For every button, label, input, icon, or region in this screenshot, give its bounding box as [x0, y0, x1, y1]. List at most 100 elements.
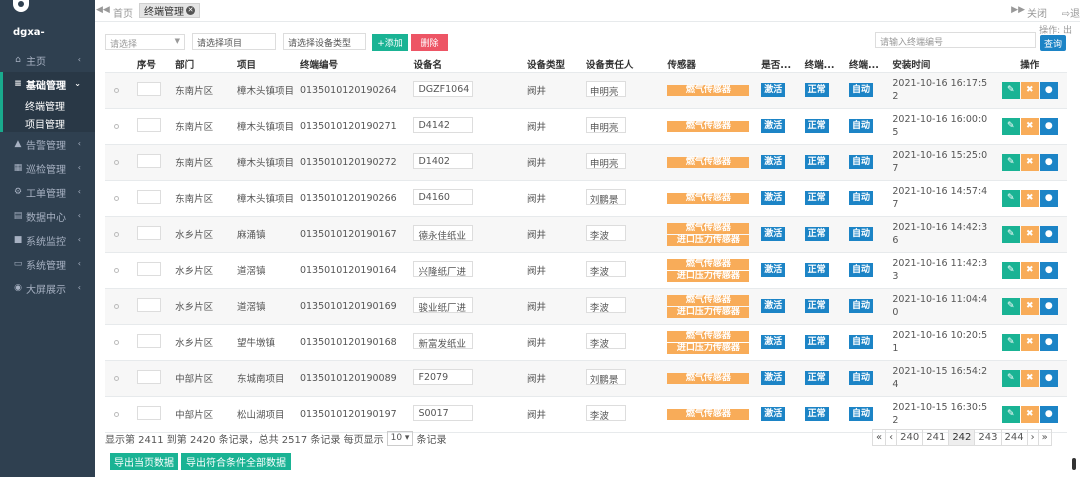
- column-header[interactable]: 终端...: [801, 57, 847, 73]
- select-all-column[interactable]: [105, 57, 134, 73]
- delete-button[interactable]: 删除: [411, 34, 448, 51]
- mode-badge[interactable]: 自动: [849, 263, 874, 277]
- mode-badge[interactable]: 自动: [849, 119, 874, 133]
- table-row[interactable]: 水乡片区 麻涌镇 0135010120190167 德永佳纸业 阀井 李波 燃气传感器 进口压…: [105, 216, 1067, 253]
- responsible-person-input[interactable]: 刘鹏景: [585, 368, 626, 385]
- mode-badge[interactable]: 自动: [849, 335, 874, 349]
- department-select[interactable]: 请选择 ▼: [105, 34, 185, 50]
- sequence-input[interactable]: [136, 153, 161, 168]
- sidebar-item[interactable]: ▤ 数据中心 ‹: [0, 204, 95, 228]
- table-row[interactable]: 水乡片区 望牛墩镇 0135010120190168 新富发纸业 阀井 李波 燃气传感器 进口…: [105, 324, 1067, 361]
- status-badge[interactable]: 正常: [804, 335, 829, 349]
- terminal-search-input[interactable]: 请输入终端编号: [875, 32, 1036, 48]
- close-tabs-button[interactable]: 关闭: [1027, 5, 1047, 20]
- sidebar-item[interactable]: ▭ 系统管理 ‹: [0, 252, 95, 276]
- column-header[interactable]: 终端...: [846, 57, 890, 73]
- delete-icon[interactable]: ✖: [1020, 261, 1039, 279]
- responsible-person-input[interactable]: 申明亮: [585, 152, 626, 169]
- mode-badge[interactable]: 自动: [849, 371, 874, 385]
- tab-terminal-management[interactable]: 终端管理 ✕: [139, 3, 200, 18]
- table-row[interactable]: 中部片区 松山湖项目 0135010120190197 S0017 阀井 李波 燃气传感器激…: [105, 396, 1067, 433]
- delete-icon[interactable]: ✖: [1020, 297, 1039, 315]
- device-name-input[interactable]: DGZF1064: [413, 80, 474, 97]
- activated-badge[interactable]: 激活: [761, 371, 786, 385]
- column-header[interactable]: 序号: [133, 57, 173, 73]
- edit-icon[interactable]: ✎: [1001, 369, 1020, 387]
- row-checkbox[interactable]: [114, 267, 119, 273]
- activated-badge[interactable]: 激活: [761, 119, 786, 133]
- mode-badge[interactable]: 自动: [849, 299, 874, 313]
- sequence-input[interactable]: [136, 405, 161, 420]
- close-icon[interactable]: ✕: [186, 6, 195, 15]
- activated-badge[interactable]: 激活: [761, 407, 786, 421]
- table-row[interactable]: 水乡片区 道滘镇 0135010120190169 骏业纸厂进 阀井 李波 燃气传感器 进口压…: [105, 288, 1067, 325]
- delete-icon[interactable]: ✖: [1020, 189, 1039, 207]
- view-icon[interactable]: ●: [1039, 369, 1058, 387]
- column-header[interactable]: 传感器: [664, 57, 759, 73]
- device-name-input[interactable]: 骏业纸厂进: [413, 296, 474, 313]
- delete-icon[interactable]: ✖: [1020, 333, 1039, 351]
- status-badge[interactable]: 正常: [804, 227, 829, 241]
- view-icon[interactable]: ●: [1039, 81, 1058, 99]
- sidebar-subitem[interactable]: 终端管理: [0, 96, 95, 114]
- delete-icon[interactable]: ✖: [1020, 153, 1039, 171]
- responsible-person-input[interactable]: 李波: [585, 332, 626, 349]
- activated-badge[interactable]: 激活: [761, 83, 786, 97]
- scrollbar-handle[interactable]: [1072, 458, 1076, 470]
- device-name-input[interactable]: D4160: [413, 188, 474, 205]
- status-badge[interactable]: 正常: [804, 83, 829, 97]
- view-icon[interactable]: ●: [1039, 405, 1058, 423]
- export-page-button[interactable]: 导出当页数据: [110, 453, 178, 470]
- row-checkbox[interactable]: [114, 411, 119, 417]
- avatar[interactable]: [13, 0, 29, 12]
- edit-icon[interactable]: ✎: [1001, 333, 1020, 351]
- mode-badge[interactable]: 自动: [849, 83, 874, 97]
- table-row[interactable]: 东南片区 樟木头镇项目 0135010120190264 DGZF1064 阀井 申明亮 燃…: [105, 72, 1067, 109]
- column-header[interactable]: 是否...: [758, 57, 802, 73]
- table-row[interactable]: 水乡片区 道滘镇 0135010120190164 兴隆纸厂进 阀井 李波 燃气传感器 进口压…: [105, 252, 1067, 289]
- row-checkbox[interactable]: [114, 123, 119, 129]
- device-name-input[interactable]: F2079: [413, 368, 474, 385]
- column-header[interactable]: 部门: [172, 57, 234, 73]
- tab-home[interactable]: 首页: [113, 5, 133, 20]
- mode-badge[interactable]: 自动: [849, 227, 874, 241]
- row-checkbox[interactable]: [114, 375, 119, 381]
- column-header[interactable]: 项目: [234, 57, 297, 73]
- column-header[interactable]: 终端编号: [296, 57, 411, 73]
- sidebar-item[interactable]: ▦ 巡检管理 ‹: [0, 156, 95, 180]
- view-icon[interactable]: ●: [1039, 261, 1058, 279]
- status-badge[interactable]: 正常: [804, 407, 829, 421]
- responsible-person-input[interactable]: 李波: [585, 404, 626, 421]
- row-checkbox[interactable]: [114, 87, 119, 93]
- sequence-input[interactable]: [136, 369, 161, 384]
- status-badge[interactable]: 正常: [804, 191, 829, 205]
- page-link[interactable]: 240: [896, 429, 924, 446]
- responsible-person-input[interactable]: 申明亮: [585, 80, 626, 97]
- page-link[interactable]: «: [872, 429, 887, 446]
- edit-icon[interactable]: ✎: [1001, 81, 1020, 99]
- query-button[interactable]: 查询: [1040, 35, 1066, 51]
- status-badge[interactable]: 正常: [804, 263, 829, 277]
- tab-scroll-left-button[interactable]: ◀◀: [96, 5, 110, 15]
- status-badge[interactable]: 正常: [804, 299, 829, 313]
- sequence-input[interactable]: [136, 297, 161, 312]
- activated-badge[interactable]: 激活: [761, 335, 786, 349]
- sidebar-subitem[interactable]: 项目管理: [0, 114, 95, 132]
- sequence-input[interactable]: [136, 189, 161, 204]
- status-badge[interactable]: 正常: [804, 371, 829, 385]
- device-name-input[interactable]: D1402: [413, 152, 474, 169]
- page-link[interactable]: 241: [922, 429, 950, 446]
- delete-icon[interactable]: ✖: [1020, 405, 1039, 423]
- column-header[interactable]: 设备类型: [524, 57, 583, 73]
- sequence-input[interactable]: [136, 81, 161, 96]
- delete-icon[interactable]: ✖: [1020, 369, 1039, 387]
- view-icon[interactable]: ●: [1039, 153, 1058, 171]
- device-name-input[interactable]: 兴隆纸厂进: [413, 260, 474, 277]
- edit-icon[interactable]: ✎: [1001, 261, 1020, 279]
- activated-badge[interactable]: 激活: [761, 263, 786, 277]
- view-icon[interactable]: ●: [1039, 333, 1058, 351]
- edit-icon[interactable]: ✎: [1001, 297, 1020, 315]
- delete-icon[interactable]: ✖: [1020, 225, 1039, 243]
- device-type-select[interactable]: 请选择设备类型: [283, 33, 366, 50]
- mode-badge[interactable]: 自动: [849, 155, 874, 169]
